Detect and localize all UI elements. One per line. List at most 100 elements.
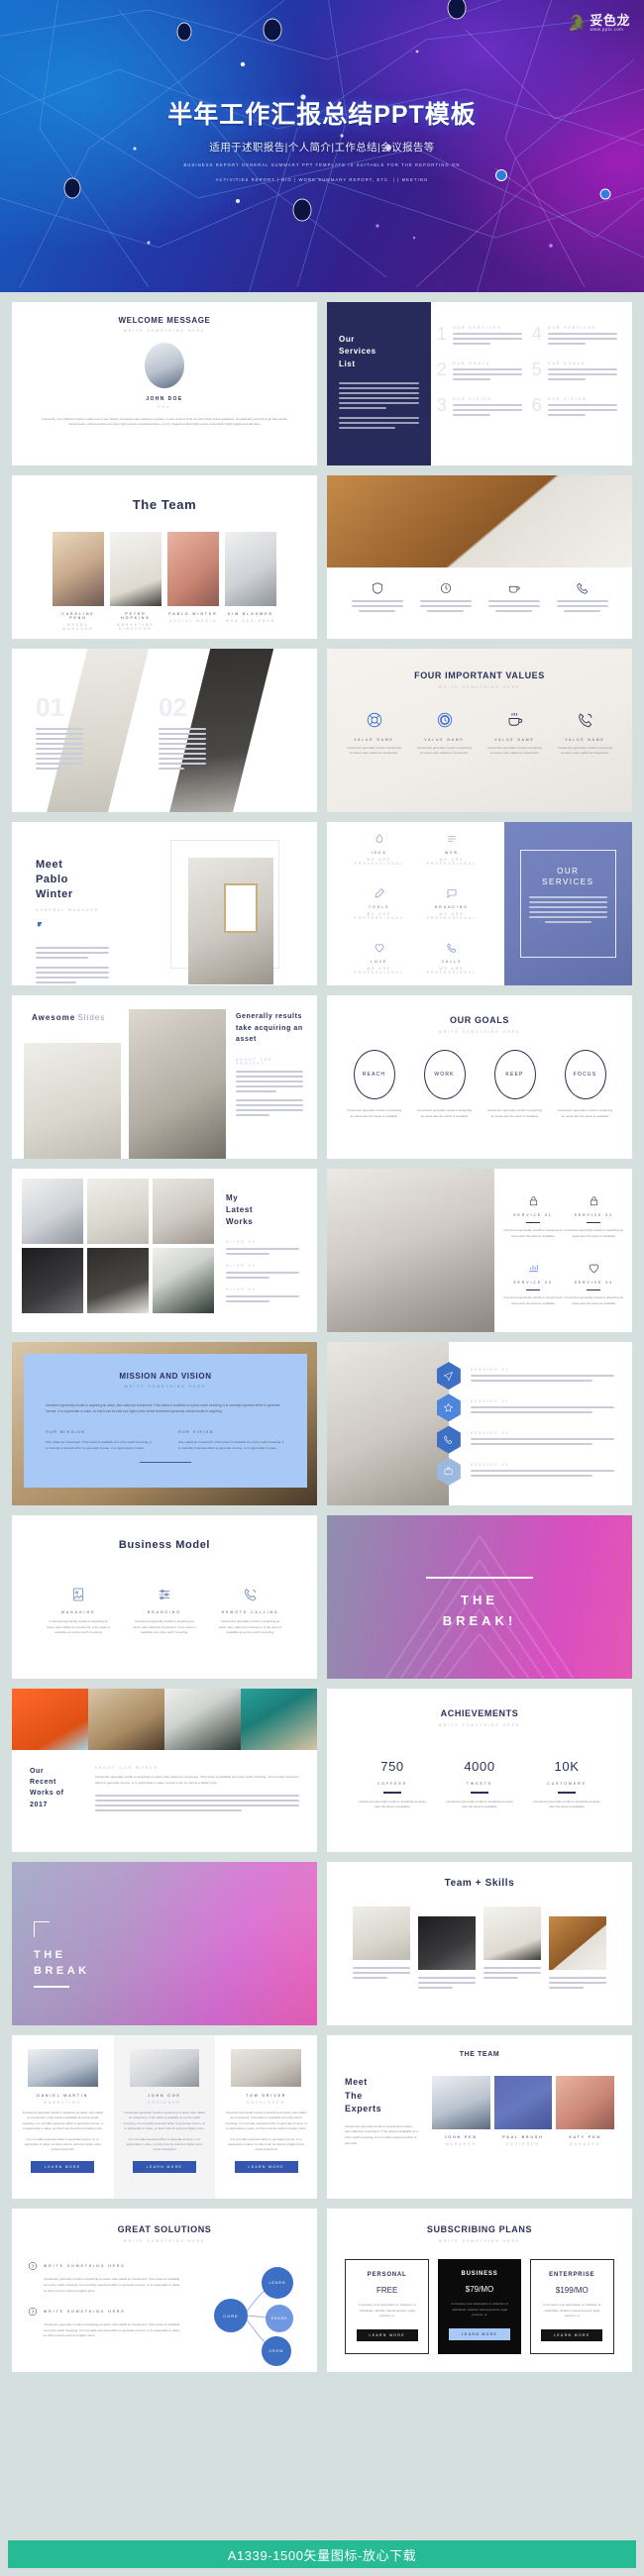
lock-icon xyxy=(529,1196,537,1206)
goal-item[interactable]: FOCUS Investment generally results in ac… xyxy=(557,1050,614,1119)
slide-achievements[interactable]: ACHIEVEMENTS WRITE SOMETHING HERE 750 CO… xyxy=(327,1689,632,1852)
expert-card[interactable]: JOHN PEN MANAGER xyxy=(432,2076,490,2147)
slide-our-services[interactable]: IDEA We are professional WEB We are prof… xyxy=(327,822,632,985)
slide-our-recent-works[interactable]: Our Recent Works of 2017 ABOUT OUR WORKS… xyxy=(12,1689,317,1852)
feature-item[interactable]: SERVICE 03 Investment generally results … xyxy=(502,1262,563,1307)
icon-feature[interactable] xyxy=(487,581,540,612)
plan-card[interactable]: ENTERPRISE $199/MO A company is an assoc… xyxy=(529,2259,614,2355)
goal-item[interactable]: REACH Investment generally results in ac… xyxy=(346,1050,403,1119)
service-item[interactable]: BRANDING We are professional xyxy=(415,887,487,920)
node-core[interactable]: CORE xyxy=(214,2299,248,2332)
team-member[interactable]: KIM BLOOMER WEB DESIGNER xyxy=(225,532,276,631)
service-item[interactable]: CALLS We are professional xyxy=(415,942,487,975)
slide-our-services-list[interactable]: Our Services List 1 OUR SERVICES 4 OUR S… xyxy=(327,302,632,465)
model-item[interactable]: REMOTE CALLING Investment generally resu… xyxy=(217,1587,284,1636)
slide-mission-and-vision[interactable]: MISSION AND VISION WRITE SOMETHING HERE … xyxy=(12,1342,317,1505)
stat-item[interactable]: 750 COFFEES Investment generally results… xyxy=(356,1759,429,1810)
plan-price: $79/MO xyxy=(465,2285,494,2294)
learn-more-button[interactable]: LEARN MORE xyxy=(448,2328,510,2341)
slide-four-important-values[interactable]: FOUR IMPORTANT VALUES WRITE SOMETHING HE… xyxy=(327,649,632,812)
profile-card[interactable]: TOM DRIVER DEVELOPER Investment generall… xyxy=(215,2035,317,2199)
goal-item[interactable]: KEEP Investment generally results in acq… xyxy=(486,1050,544,1119)
skill-card[interactable] xyxy=(483,1906,541,1982)
slide-awesome-slides[interactable]: Awesome Slides Generally results take ac… xyxy=(12,995,317,1159)
profile-card[interactable]: DANIEL MARTIN MARKETING Investment gener… xyxy=(12,2035,114,2199)
slide-welcome-message[interactable]: WELCOME MESSAGE WRITE SOMETHING HERE JOH… xyxy=(12,302,317,465)
slide-hex-services[interactable]: SERVICE 01 SERVICE 02 SERVICE 03 SERVICE… xyxy=(327,1342,632,1505)
stat-item[interactable]: 4000 TWEETS Investment generally results… xyxy=(443,1759,516,1810)
card-name: JOHN DOE xyxy=(148,2094,181,2098)
slide-our-goals[interactable]: OUR GOALS WRITE SOMETHING HERE REACH Inv… xyxy=(327,995,632,1159)
skill-card[interactable] xyxy=(353,1906,410,1982)
feature-item[interactable]: SERVICE 02 Investment generally results … xyxy=(564,1194,624,1240)
learn-more-button[interactable]: LEARN MORE xyxy=(541,2329,603,2342)
value-item[interactable]: VALUE NAME Investment generally results … xyxy=(558,711,613,757)
icon-feature[interactable] xyxy=(419,581,472,612)
value-item[interactable]: VALUE NAME Investment generally results … xyxy=(347,711,402,757)
slide-people-icons[interactable]: SERVICE 01 Investment generally results … xyxy=(327,1169,632,1332)
profile-card[interactable]: JOHN DOE DESIGNER Investment generally r… xyxy=(113,2035,216,2199)
service-item[interactable]: WEB We are professional xyxy=(415,833,487,866)
learn-more-button[interactable]: LEARN MORE xyxy=(234,2160,298,2173)
service-item[interactable]: 4 OUR SERVICES xyxy=(532,325,617,348)
feature-item[interactable]: SERVICE 01 Investment generally results … xyxy=(502,1194,563,1240)
slide-the-team[interactable]: The Team CAROLINE PENN BRAND MANAGER PET… xyxy=(12,475,317,639)
service-item[interactable]: LOVE We are professional xyxy=(343,942,415,975)
service-item[interactable]: 1 OUR SERVICES xyxy=(437,325,522,348)
slide-the-break-1[interactable]: THE BREAK! xyxy=(327,1515,632,1679)
hex-label: SERVICE 02 xyxy=(470,1398,510,1403)
bullet-row[interactable]: WRITE SOMETHING HERE xyxy=(28,2307,182,2317)
goal-item[interactable]: WORK Investment generally results in acq… xyxy=(416,1050,474,1119)
model-item[interactable]: BRANDING Investment generally results in… xyxy=(131,1587,198,1636)
bullet-row[interactable]: WRITE SOMETHING HERE xyxy=(28,2261,182,2271)
slide-great-solutions[interactable]: GREAT SOLUTIONS WRITE SOMETHING HERE WRI… xyxy=(12,2209,317,2372)
slide-business-model[interactable]: Business Model MANAGING Investment gener… xyxy=(12,1515,317,1679)
footer-bar[interactable]: A1339-1500矢量图标-放心下载 xyxy=(8,2540,636,2568)
slide-the-team-experts[interactable]: THE TEAM Meet The Experts Investment gen… xyxy=(327,2035,632,2199)
expert-card[interactable]: PAUL BRUSH DESIGNER xyxy=(493,2076,553,2147)
learn-more-button[interactable]: LEARN MORE xyxy=(133,2160,196,2173)
skill-card[interactable] xyxy=(549,1916,606,1992)
team-member[interactable]: PETER HOPKINS MARKETING DIRECTOR xyxy=(110,532,161,631)
value-item[interactable]: VALUE NAME Investment generally results … xyxy=(487,711,543,757)
service-item[interactable]: 2 OUR GOALS xyxy=(437,361,522,383)
skill-card[interactable] xyxy=(418,1916,476,1992)
icon-feature[interactable] xyxy=(351,581,403,612)
model-item[interactable]: MANAGING Investment generally results in… xyxy=(45,1587,112,1636)
slide-team-skills[interactable]: Team + Skills xyxy=(327,1862,632,2025)
service-item[interactable]: 6 OUR VISION xyxy=(532,396,617,419)
icon-feature[interactable] xyxy=(556,581,608,612)
node-share[interactable]: SHARE xyxy=(266,2305,293,2332)
hex-item[interactable]: SERVICE 03 xyxy=(436,1425,614,1454)
slide-subscribing-plans[interactable]: SUBSCRIBING PLANS WRITE SOMETHING HERE P… xyxy=(327,2209,632,2372)
hex-item[interactable]: SERVICE 02 xyxy=(436,1393,614,1422)
hex-item[interactable]: SERVICE 01 xyxy=(436,1362,614,1391)
node-grow[interactable]: GROW xyxy=(262,2336,291,2366)
service-item[interactable]: IDEA We are professional xyxy=(343,833,415,866)
stat-item[interactable]: 10K CUSTOMERS Investment generally resul… xyxy=(530,1759,603,1810)
slide-my-latest-works[interactable]: My Latest Works SLIDE 01 SLIDE 01 SLIDE … xyxy=(12,1169,317,1332)
work-photo xyxy=(88,1689,164,1750)
learn-more-button[interactable]: LEARN MORE xyxy=(356,2329,418,2342)
node-learn[interactable]: LEARN xyxy=(262,2267,293,2299)
slide-the-break-2[interactable]: THE BREAK xyxy=(12,1862,317,2025)
hex-item[interactable]: SERVICE 04 xyxy=(436,1457,614,1486)
slide-numbered-sections[interactable]: 01 02 xyxy=(12,649,317,812)
goal-text: Investment generally results in acquirin… xyxy=(486,1108,543,1118)
team-member[interactable]: PABLO WINTER SOCIAL MEDIA xyxy=(167,532,219,631)
value-item[interactable]: VALUE NAME Investment generally results … xyxy=(417,711,473,757)
plan-card-featured[interactable]: BUSINESS $79/MO A company is an associat… xyxy=(438,2259,521,2355)
work-photo xyxy=(87,1248,149,1313)
learn-more-button[interactable]: LEARN MORE xyxy=(31,2160,95,2173)
slide-desk-icons[interactable] xyxy=(327,475,632,639)
slide-three-cards[interactable]: DANIEL MARTIN MARKETING Investment gener… xyxy=(12,2035,317,2199)
divider xyxy=(426,1577,533,1579)
service-item[interactable]: 5 OUR GOALS xyxy=(532,361,617,383)
service-item[interactable]: 3 OUR VISION xyxy=(437,396,522,419)
slide-meet-pablo-winter[interactable]: Meet Pablo Winter GENERAL MANAGER xyxy=(12,822,317,985)
feature-item[interactable]: SERVICE 04 Investment generally results … xyxy=(564,1262,624,1307)
expert-card[interactable]: KATY PEN MANAGER xyxy=(556,2076,615,2147)
service-item[interactable]: TOOLS We are professional xyxy=(343,887,415,920)
plan-card[interactable]: PERSONAL FREE A company is an associatio… xyxy=(345,2259,430,2355)
team-member[interactable]: CAROLINE PENN BRAND MANAGER xyxy=(53,532,104,631)
